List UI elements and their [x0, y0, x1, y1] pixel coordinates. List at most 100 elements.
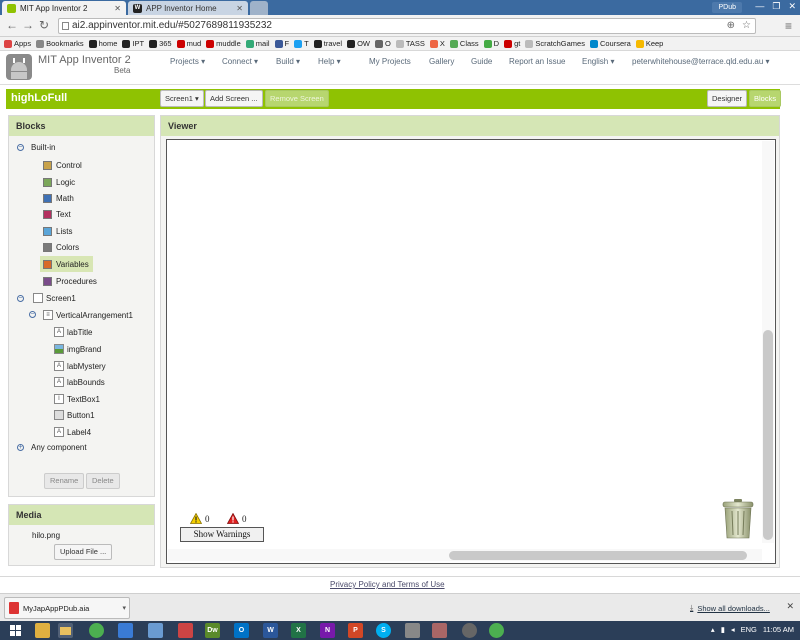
bookmark-item[interactable]: X: [429, 39, 445, 48]
builtin-item-control[interactable]: Control: [43, 161, 82, 170]
star-icon[interactable]: ☆: [742, 19, 751, 33]
volume-icon[interactable]: ◂: [731, 625, 735, 634]
tree-screen1[interactable]: Screen1: [33, 293, 76, 303]
component-imgbrand[interactable]: imgBrand: [54, 344, 101, 354]
chrome-icon[interactable]: [89, 623, 104, 638]
dreamweaver-icon[interactable]: Dw: [205, 623, 220, 638]
close-tab-icon[interactable]: ✕: [236, 4, 243, 13]
remove-screen-button[interactable]: Remove Screen: [265, 90, 329, 107]
add-screen-button[interactable]: Add Screen ...: [205, 90, 263, 107]
download-item[interactable]: MyJapAppPDub.aia ▾: [4, 597, 130, 619]
address-bar[interactable]: ai2.appinventor.mit.edu/#502768981193523…: [58, 18, 756, 34]
component-button1[interactable]: Button1: [54, 410, 95, 420]
app-icon-3[interactable]: [405, 623, 420, 638]
onenote-icon[interactable]: N: [320, 623, 335, 638]
bookmark-item[interactable]: Bookmarks: [36, 39, 84, 48]
tree-vertical-arrangement[interactable]: ≡ VerticalArrangement1: [43, 310, 133, 320]
account-menu[interactable]: peterwhitehouse@terrace.qld.edu.au ▾: [632, 57, 770, 66]
designer-button[interactable]: Designer: [707, 90, 748, 107]
tab-mit-app-inventor[interactable]: MIT App Inventor 2 ✕: [2, 1, 126, 15]
builtin-item-math[interactable]: Math: [43, 194, 74, 203]
bookmark-item[interactable]: Apps: [4, 39, 31, 48]
close-window-icon[interactable]: ✕: [788, 1, 796, 12]
link-gallery[interactable]: Gallery: [429, 57, 454, 66]
tab-app-inventor-home[interactable]: W APP Inventor Home ✕: [128, 1, 248, 15]
bookmark-item[interactable]: Coursera: [589, 39, 631, 48]
bookmark-item[interactable]: ScratchGames: [525, 39, 585, 48]
powerpoint-icon[interactable]: P: [348, 623, 363, 638]
word-icon[interactable]: W: [263, 623, 278, 638]
builtin-item-procedures[interactable]: Procedures: [43, 277, 97, 286]
builtin-item-lists[interactable]: Lists: [43, 227, 72, 236]
link-report-issue[interactable]: Report an Issue: [509, 57, 565, 66]
blocks-button[interactable]: Blocks: [749, 90, 782, 107]
screen-select-dropdown[interactable]: Screen1 ▾: [160, 90, 204, 107]
builtin-item-logic[interactable]: Logic: [43, 178, 75, 187]
upload-file-button[interactable]: Upload File ...: [54, 544, 113, 560]
media-file[interactable]: hilo.png: [32, 531, 60, 540]
outlook-icon[interactable]: O: [234, 623, 249, 638]
app-icon-1[interactable]: [148, 623, 163, 638]
bookmark-item[interactable]: mail: [245, 39, 270, 48]
chevron-down-icon[interactable]: ▾: [122, 604, 129, 612]
collapse-builtin-icon[interactable]: −: [17, 144, 24, 151]
bookmark-item[interactable]: 365: [149, 39, 172, 48]
component-labbounds[interactable]: AlabBounds: [54, 377, 105, 387]
bookmark-item[interactable]: IPT: [122, 39, 144, 48]
bookmark-item[interactable]: F: [274, 39, 289, 48]
privacy-link[interactable]: Privacy Policy and Terms of Use: [330, 580, 445, 589]
bookmark-item[interactable]: OW: [347, 39, 370, 48]
settings-app-icon[interactable]: [118, 623, 133, 638]
builtin-item-text[interactable]: Text: [43, 210, 71, 219]
minimize-icon[interactable]: —: [755, 1, 764, 12]
link-guide[interactable]: Guide: [471, 57, 492, 66]
back-arrow-icon[interactable]: ←: [6, 18, 18, 32]
forward-arrow-icon[interactable]: →: [22, 18, 34, 32]
language-indicator[interactable]: ENG: [741, 625, 757, 634]
bookmark-item[interactable]: Class: [449, 39, 479, 48]
link-my-projects[interactable]: My Projects: [369, 57, 411, 66]
app-icon-2[interactable]: [178, 623, 193, 638]
bookmark-item[interactable]: travel: [313, 39, 342, 48]
close-tab-icon[interactable]: ✕: [114, 4, 121, 13]
zoom-icon[interactable]: ⊕: [727, 19, 735, 33]
horizontal-scrollbar-thumb[interactable]: [449, 551, 747, 560]
blocks-workspace[interactable]: [166, 139, 776, 564]
component-labmystery[interactable]: AlabMystery: [54, 361, 106, 371]
show-all-downloads-link[interactable]: ⤓ Show all downloads...: [690, 603, 770, 613]
bookmark-item[interactable]: T: [294, 39, 309, 48]
menu-help[interactable]: Help ▾: [318, 57, 341, 66]
clock[interactable]: 11:05 AM: [763, 625, 794, 634]
reload-icon[interactable]: ↻: [39, 18, 49, 32]
itunes-icon[interactable]: [462, 623, 477, 638]
network-icon[interactable]: ▮: [721, 625, 725, 634]
bookmark-item[interactable]: D: [483, 39, 499, 48]
bookmark-item[interactable]: O: [375, 39, 391, 48]
menu-projects[interactable]: Projects ▾: [170, 57, 205, 66]
show-warnings-button[interactable]: Show Warnings: [180, 527, 264, 542]
component-label4[interactable]: A Label4: [54, 427, 91, 437]
bookmark-item[interactable]: gt: [504, 39, 520, 48]
close-download-shelf-icon[interactable]: ✕: [786, 601, 794, 612]
vertical-scrollbar-thumb[interactable]: [763, 330, 773, 540]
builtin-item-variables[interactable]: Variables: [43, 260, 89, 269]
bookmark-item[interactable]: Keep: [635, 39, 663, 48]
chrome-running-icon[interactable]: [489, 623, 504, 638]
user-badge[interactable]: PDub: [712, 2, 742, 13]
excel-icon[interactable]: X: [291, 623, 306, 638]
delete-button[interactable]: Delete: [86, 473, 120, 489]
builtin-item-colors[interactable]: Colors: [43, 243, 79, 252]
tree-any-component[interactable]: Any component: [31, 443, 87, 452]
bookmark-item[interactable]: muddle: [206, 39, 241, 48]
new-tab-button[interactable]: [250, 1, 268, 15]
bookmark-item[interactable]: TASS: [395, 39, 425, 48]
windows-start-icon[interactable]: [8, 623, 23, 638]
chrome-menu-icon[interactable]: ≡: [785, 19, 792, 33]
restore-icon[interactable]: ❐: [772, 1, 780, 12]
tray-up-arrow-icon[interactable]: ▴: [711, 625, 715, 634]
folder-icon[interactable]: [58, 623, 73, 638]
language-menu[interactable]: English ▾: [582, 57, 614, 66]
component-labtitle[interactable]: AlabTitle: [54, 327, 93, 337]
app-inventor-logo-icon[interactable]: [6, 54, 32, 80]
menu-build[interactable]: Build ▾: [276, 57, 300, 66]
